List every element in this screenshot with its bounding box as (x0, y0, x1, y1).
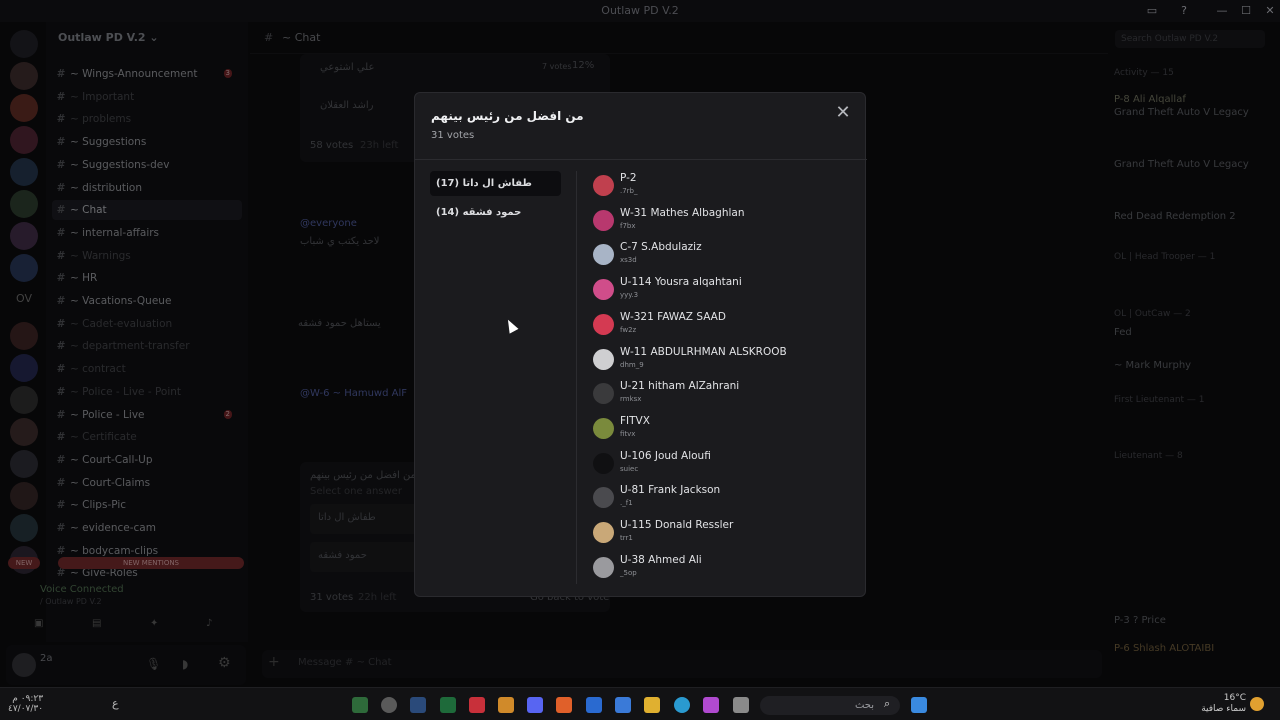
avatar[interactable] (593, 522, 614, 543)
voter-row[interactable]: U-21 hitham AlZahrani rmksx (593, 379, 853, 409)
start-icon[interactable] (911, 697, 927, 713)
input-language[interactable]: ع (112, 697, 119, 710)
voter-row[interactable]: C-7 S.Abdulaziz xs3d (593, 240, 853, 270)
brave-icon[interactable] (556, 697, 572, 713)
avatar[interactable] (593, 279, 614, 301)
weather-icon (1250, 697, 1264, 711)
mail-icon[interactable] (586, 697, 602, 713)
voter-row[interactable]: W-11 ABDULRHMAN ALSKROOB dhm_9 (593, 345, 853, 375)
voter-name: C-7 S.Abdulaziz (620, 241, 702, 254)
store-icon[interactable] (615, 697, 631, 713)
voter-row[interactable]: FITVX fitvx (593, 414, 853, 444)
voter-username: .7rb_ (620, 187, 638, 195)
copilot-icon[interactable] (703, 697, 719, 713)
poll-answer-tab[interactable]: حمود فشقه (14) (430, 200, 561, 225)
search-box[interactable]: بحث (760, 696, 900, 715)
voter-name: U-106 Joud Aloufi (620, 449, 711, 462)
voter-username: trr1 (620, 534, 633, 542)
weather-text: سماء صافية (1201, 704, 1246, 714)
voter-username: fitvx (620, 429, 636, 438)
edge-icon[interactable] (674, 697, 690, 713)
avatar[interactable] (593, 556, 614, 578)
close-icon[interactable]: ✕ (833, 103, 853, 123)
voter-row[interactable]: U-115 Donald Ressler trr1 (593, 518, 853, 548)
weather-widget[interactable]: 16°C سماء صافية (1200, 693, 1246, 715)
voter-username: suiec (620, 464, 639, 473)
voter-username: dhm_9 (620, 360, 644, 369)
app-icon[interactable] (352, 697, 368, 713)
folder-icon[interactable] (644, 697, 660, 713)
app-icon[interactable] (469, 697, 485, 713)
voter-username: fw2z (620, 325, 637, 334)
excel-icon[interactable] (440, 697, 456, 713)
poll-answer-tab[interactable]: طفاش ال داتا (17) (430, 171, 561, 196)
task-view-icon[interactable] (733, 697, 749, 713)
clock[interactable]: ٠٩:٢٣ م ٤٧/٠٧/٣٠ (8, 694, 43, 714)
window-title: Outlaw PD V.2 (601, 4, 679, 17)
search-icon: ⌕ (884, 697, 891, 710)
voter-name: FITVX (620, 414, 650, 427)
divider (576, 171, 577, 584)
avatar[interactable] (593, 417, 614, 439)
weather-temp: 16°C (1223, 693, 1246, 703)
answer-count: (14) (436, 207, 460, 218)
avatar[interactable] (593, 452, 614, 474)
voter-username: rmksx (620, 395, 642, 404)
app-icon[interactable] (381, 697, 397, 713)
clock-date: ٤٧/٠٧/٣٠ (8, 704, 44, 714)
voter-username: ._f1 (620, 499, 633, 508)
maximize-button[interactable]: ☐ (1234, 0, 1258, 22)
taskbar: ٠٩:٢٣ م ٤٧/٠٧/٣٠ ع بحث ⌕ 16°C سماء صافية (0, 687, 1280, 720)
avatar[interactable] (593, 313, 614, 335)
voter-name: U-38 Ahmed Ali (620, 553, 702, 566)
voter-row[interactable]: W-321 FAWAZ SAAD fw2z (593, 310, 853, 340)
clock-time: ٠٩:٢٣ م (12, 694, 44, 704)
help-icon[interactable]: ? (1172, 0, 1196, 22)
voter-name: U-115 Donald Ressler (620, 519, 734, 531)
avatar[interactable] (593, 487, 614, 509)
voter-name: U-21 hitham AlZahrani (620, 380, 740, 393)
modal-title: من افضل من رئيس بينهم (431, 109, 584, 123)
answer-label: طفاش ال داتا (462, 178, 532, 189)
voter-row[interactable]: U-81 Frank Jackson ._f1 (593, 483, 853, 513)
poll-results-modal: من افضل من رئيس بينهم 31 votes ✕ طفاش ال… (414, 92, 867, 597)
avatar[interactable] (593, 209, 614, 231)
voter-username: _5op (620, 568, 637, 577)
window-titlebar: Outlaw PD V.2 (0, 0, 1280, 22)
voter-name: U-114 Yousra alqahtani (620, 276, 742, 289)
voter-row[interactable]: U-38 Ahmed Ali _5op (593, 553, 853, 583)
voter-row[interactable]: P-2 .7rb_ (593, 171, 853, 201)
close-window-button[interactable]: ✕ (1258, 0, 1280, 22)
voter-row[interactable]: U-106 Joud Aloufi suiec (593, 449, 853, 479)
voter-row[interactable]: W-31 Mathes Albaghlan f7bx (593, 206, 853, 236)
inbox-icon[interactable]: ▭ (1140, 0, 1164, 22)
voter-username: f7bx (620, 221, 636, 230)
voter-username: xs3d (620, 256, 637, 265)
answer-count: (17) (436, 178, 460, 189)
voter-name: W-321 FAWAZ SAAD (620, 310, 726, 323)
modal-vote-count: 31 votes (431, 130, 475, 141)
avatar[interactable] (593, 348, 614, 370)
voter-name: P-2 (620, 172, 637, 184)
voter-row[interactable]: U-114 Yousra alqahtani yyy.3 (593, 275, 853, 305)
steam-icon[interactable] (410, 697, 426, 713)
minimize-button[interactable]: — (1210, 0, 1234, 22)
divider (415, 159, 867, 160)
answer-label: حمود فشقه (462, 207, 522, 218)
voter-name: W-11 ABDULRHMAN ALSKROOB (620, 345, 787, 358)
voter-name: U-81 Frank Jackson (620, 484, 721, 497)
discord-icon[interactable] (527, 697, 543, 713)
voter-name: W-31 Mathes Albaghlan (620, 206, 745, 219)
app-icon[interactable] (498, 697, 514, 713)
avatar[interactable] (593, 244, 614, 266)
avatar[interactable] (593, 383, 614, 405)
voter-username: yyy.3 (620, 291, 639, 300)
avatar[interactable] (593, 175, 614, 196)
